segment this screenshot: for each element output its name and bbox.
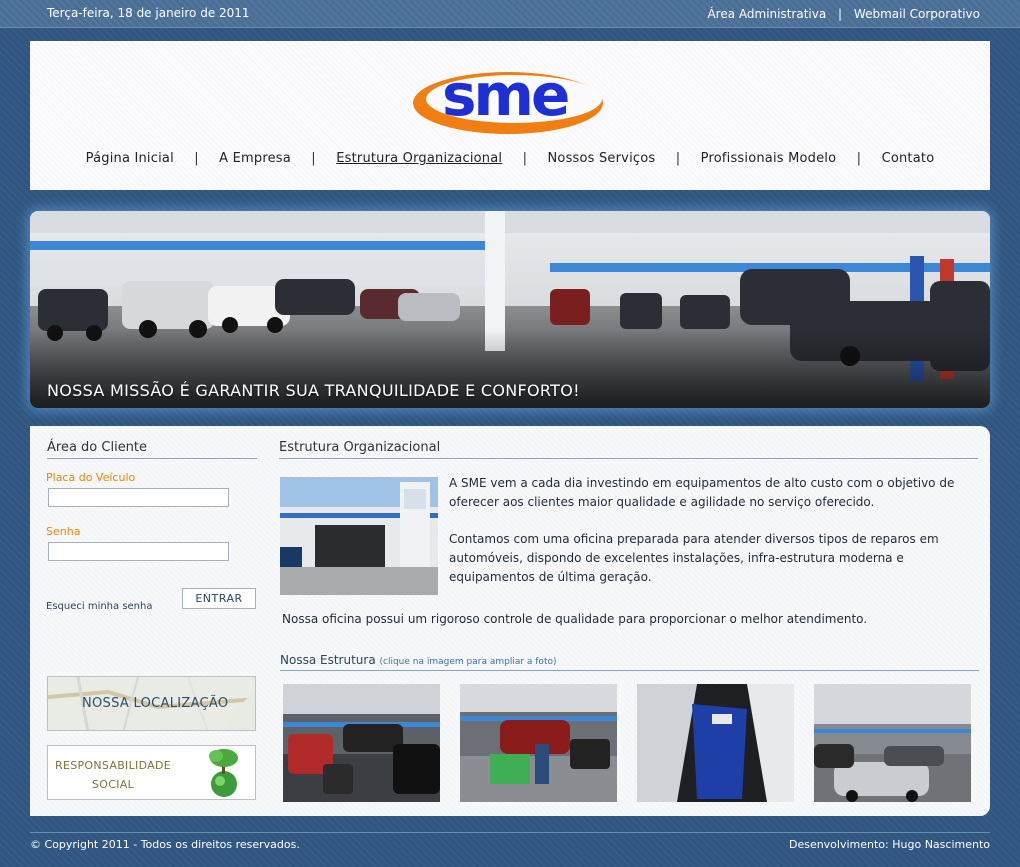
social-promo-label: RESPONSABILIDADE SOCIAL: [48, 756, 178, 794]
quality-paragraph: Nossa oficina possui um rigoroso control…: [282, 612, 868, 626]
social-promo-line1: RESPONSABILIDADE: [55, 759, 171, 772]
plate-input[interactable]: [48, 488, 229, 507]
gallery-photo-1[interactable]: [283, 684, 440, 802]
nav-org-structure[interactable]: Estrutura Organizacional: [336, 151, 502, 166]
location-promo[interactable]: NOSSA LOCALIZAÇÃO: [47, 676, 256, 731]
sme-logo[interactable]: sme: [410, 59, 610, 139]
hero-banner: NOSSA MISSÃO É GARANTIR SUA TRANQUILIDAD…: [30, 211, 990, 408]
nav-separator: |: [522, 151, 528, 166]
intro-paragraph: A SME vem a cada dia investindo em equip…: [449, 476, 955, 509]
nav-services[interactable]: Nossos Serviços: [548, 151, 656, 166]
gallery-title-text: Nossa Estrutura: [280, 653, 376, 667]
social-responsibility-promo[interactable]: RESPONSABILIDADE SOCIAL: [47, 745, 256, 800]
nav-professionals[interactable]: Profissionais Modelo: [701, 151, 837, 166]
gallery-photo-3[interactable]: [637, 684, 794, 802]
admin-area-link[interactable]: Área Administrativa: [707, 7, 826, 21]
gallery-hint: (clique na imagem para ampliar a foto): [379, 657, 557, 667]
webmail-link[interactable]: Webmail Corporativo: [854, 7, 980, 21]
facility-paragraph: Contamos com uma oficina preparada para …: [449, 532, 939, 584]
social-promo-line2: SOCIAL: [91, 778, 135, 791]
tree-globe-icon: [209, 749, 238, 797]
logo-text: sme: [442, 61, 568, 129]
top-links-separator: |: [838, 7, 843, 21]
nav-separator: |: [675, 151, 681, 166]
nav-home[interactable]: Página Inicial: [86, 151, 174, 166]
footer-divider: [30, 832, 990, 833]
banner-caption: NOSSA MISSÃO É GARANTIR SUA TRANQUILIDAD…: [47, 381, 580, 400]
gallery-photo-2[interactable]: [460, 684, 617, 802]
location-promo-label: NOSSA LOCALIZAÇÃO: [82, 696, 229, 711]
nav-company[interactable]: A Empresa: [219, 151, 291, 166]
current-date: Terça-feira, 18 de janeiro de 2011: [47, 6, 250, 20]
password-input[interactable]: [48, 542, 229, 561]
login-button[interactable]: ENTRAR: [182, 588, 256, 609]
main-nav: Página Inicial | A Empresa | Estrutura O…: [30, 151, 990, 166]
top-bar: Terça-feira, 18 de janeiro de 2011 Área …: [0, 0, 1020, 28]
nav-contact[interactable]: Contato: [882, 151, 935, 166]
content-panel: Área do Cliente Placa do Veículo Senha E…: [30, 426, 990, 816]
workshop-panorama-image: [30, 211, 990, 408]
page-title: Estrutura Organizacional: [279, 440, 978, 459]
gallery-title: Nossa Estrutura (clique na imagem para a…: [280, 653, 979, 671]
plate-label: Placa do Veículo: [46, 471, 136, 484]
gallery-photo-4[interactable]: [814, 684, 971, 802]
header: sme Página Inicial | A Empresa | Estrutu…: [30, 41, 990, 190]
forgot-password-link[interactable]: Esqueci minha senha: [46, 601, 153, 612]
top-links: Área Administrativa | Webmail Corporativ…: [707, 7, 980, 21]
building-photo[interactable]: [280, 477, 438, 595]
copyright: © Copyright 2011 - Todos os direitos res…: [30, 838, 300, 851]
developer-credit: Desenvolvimento: Hugo Nascimento: [788, 838, 990, 851]
password-label: Senha: [46, 525, 81, 538]
nav-separator: |: [194, 151, 199, 166]
nav-separator: |: [856, 151, 862, 166]
nav-separator: |: [311, 151, 316, 166]
client-area-title: Área do Cliente: [47, 440, 257, 459]
